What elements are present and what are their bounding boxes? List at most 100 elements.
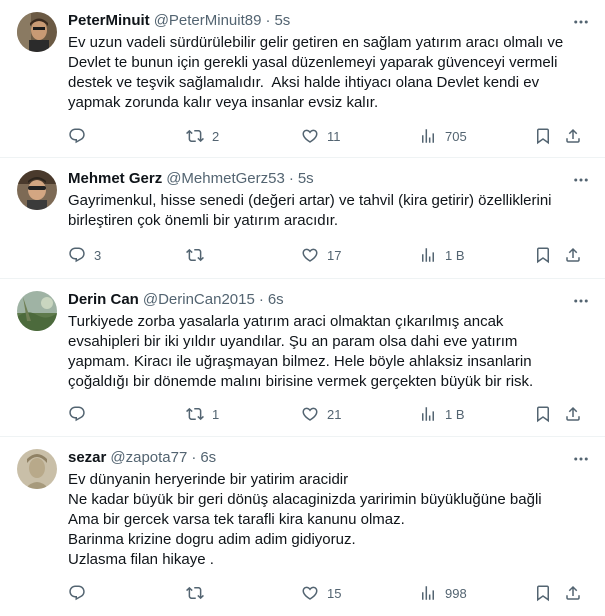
reply-count: 3 [94, 247, 102, 263]
heart-icon [302, 129, 318, 143]
reply-button[interactable]: 3 [68, 245, 101, 265]
author-handle[interactable]: @zapota77 [110, 448, 187, 468]
like-button[interactable]: 15 [301, 583, 341, 603]
views-count: 1 B [445, 406, 465, 422]
share-button[interactable] [564, 583, 582, 603]
avatar[interactable] [17, 291, 57, 331]
author-name[interactable]: sezar [68, 448, 106, 468]
retweet-icon [186, 129, 204, 143]
reply-button[interactable] [68, 126, 94, 146]
reply-icon [69, 247, 85, 263]
more-icon[interactable] [571, 449, 591, 469]
author-name[interactable]: Derin Can [68, 290, 139, 310]
views-icon [422, 129, 434, 143]
bookmark-icon [537, 128, 549, 145]
views-count: 998 [445, 585, 467, 601]
tweet[interactable]: Derin Can @DerinCan2015 · 6s Turkiyede z… [0, 279, 605, 437]
retweet-icon [186, 248, 204, 262]
retweet-icon [186, 586, 204, 600]
tweet-actions: 2 11 705 [68, 126, 591, 146]
tweet-header: Mehmet Gerz @MehmetGerz53 · 5s [68, 169, 314, 189]
share-button[interactable] [564, 126, 582, 146]
like-count: 15 [327, 585, 342, 601]
tweet[interactable]: sezar @zapota77 · 6s Ev dünyanin heryeri… [0, 437, 605, 616]
heart-icon [302, 248, 318, 262]
tweet-header: PeterMinuit @PeterMinuit89 · 5s [68, 11, 290, 31]
avatar[interactable] [17, 449, 57, 489]
like-button[interactable]: 11 [301, 126, 341, 146]
share-icon [566, 128, 580, 143]
tweet-text: Turkiyede zorba yasalarla yatırım araci … [68, 313, 534, 390]
share-button[interactable] [564, 404, 582, 424]
tweet-time[interactable]: 5s [298, 169, 314, 189]
tweet-text: Ev dünyanin heryerinde bir yatirim araci… [68, 471, 542, 568]
views-button[interactable]: 1 B [419, 245, 465, 265]
like-button[interactable]: 17 [301, 245, 341, 265]
retweet-count: 1 [212, 406, 220, 422]
more-icon[interactable] [571, 291, 591, 311]
retweet-button[interactable] [186, 245, 212, 265]
views-icon [422, 586, 434, 600]
views-button[interactable]: 705 [419, 126, 467, 146]
retweet-button[interactable]: 1 [186, 404, 219, 424]
heart-icon [302, 586, 318, 600]
bookmark-button[interactable] [534, 126, 552, 146]
retweet-icon [186, 407, 204, 421]
reply-button[interactable] [68, 404, 94, 424]
tweet[interactable]: PeterMinuit @PeterMinuit89 · 5s Ev uzun … [0, 0, 605, 158]
share-icon [566, 247, 580, 262]
separator: · [265, 12, 271, 29]
like-button[interactable]: 21 [301, 404, 341, 424]
reply-icon [69, 128, 85, 144]
tweet-time[interactable]: 5s [274, 11, 290, 31]
separator: · [191, 449, 197, 466]
tweet-feed: PeterMinuit @PeterMinuit89 · 5s Ev uzun … [0, 0, 605, 616]
avatar[interactable] [17, 12, 57, 52]
retweet-button[interactable] [186, 583, 212, 603]
author-name[interactable]: Mehmet Gerz [68, 169, 162, 189]
like-count: 21 [327, 406, 342, 422]
views-button[interactable]: 1 B [419, 404, 465, 424]
like-count: 11 [327, 128, 341, 144]
tweet-header: Derin Can @DerinCan2015 · 6s [68, 290, 284, 310]
tweet-actions: 15 998 [68, 583, 591, 603]
bookmark-icon [537, 585, 549, 602]
reply-icon [69, 585, 85, 601]
more-icon[interactable] [571, 170, 591, 190]
tweet-time[interactable]: 6s [268, 290, 284, 310]
views-icon [422, 407, 434, 421]
bookmark-icon [537, 247, 549, 264]
retweet-count: 2 [212, 128, 220, 144]
share-icon [566, 585, 580, 600]
bookmark-button[interactable] [534, 245, 552, 265]
heart-icon [302, 407, 318, 421]
tweet-actions: 3 17 1 B [68, 245, 591, 265]
separator: · [288, 170, 294, 187]
views-icon [422, 248, 434, 262]
retweet-button[interactable]: 2 [186, 126, 219, 146]
tweet-text: Gayrimenkul, hisse senedi (değeri artar)… [68, 192, 552, 229]
tweet-actions: 1 21 1 B [68, 404, 591, 424]
bookmark-icon [537, 406, 549, 423]
like-count: 17 [327, 247, 342, 263]
separator: · [258, 291, 264, 308]
author-handle[interactable]: @PeterMinuit89 [154, 11, 262, 31]
reply-icon [69, 406, 85, 422]
bookmark-button[interactable] [534, 583, 552, 603]
tweet[interactable]: Mehmet Gerz @MehmetGerz53 · 5s Gayrimenk… [0, 158, 605, 279]
author-handle[interactable]: @MehmetGerz53 [166, 169, 285, 189]
tweet-text: Ev uzun vadeli sürdürülebilir gelir geti… [68, 34, 564, 111]
tweet-time[interactable]: 6s [200, 448, 216, 468]
author-name[interactable]: PeterMinuit [68, 11, 150, 31]
bookmark-button[interactable] [534, 404, 552, 424]
share-icon [566, 406, 580, 421]
reply-button[interactable] [68, 583, 94, 603]
share-button[interactable] [564, 245, 582, 265]
author-handle[interactable]: @DerinCan2015 [143, 290, 255, 310]
views-count: 705 [445, 128, 467, 144]
avatar[interactable] [17, 170, 57, 210]
tweet-header: sezar @zapota77 · 6s [68, 448, 216, 468]
more-icon[interactable] [571, 12, 591, 32]
views-button[interactable]: 998 [419, 583, 467, 603]
views-count: 1 B [445, 247, 465, 263]
